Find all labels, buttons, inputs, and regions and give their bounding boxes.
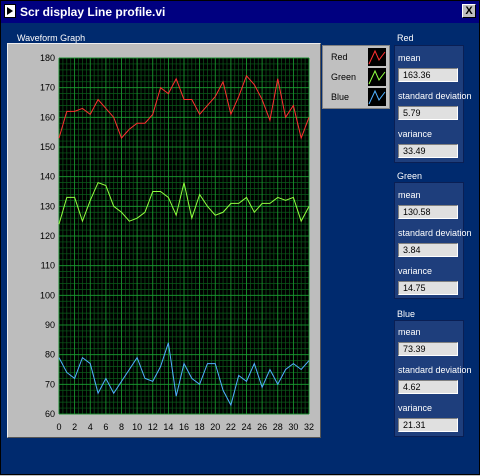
- green-mean-label: mean: [398, 190, 421, 200]
- red-variance-indicator: 33.49: [398, 144, 458, 158]
- y-tick-label: 100: [40, 290, 55, 300]
- red-sd-indicator: 5.79: [398, 106, 458, 120]
- x-tick-label: 10: [132, 422, 142, 432]
- y-tick-label: 130: [40, 201, 55, 211]
- blue-sd-indicator: 4.62: [398, 380, 458, 394]
- x-tick-label: 32: [304, 422, 314, 432]
- x-tick-label: 20: [210, 422, 220, 432]
- y-tick-label: 120: [40, 231, 55, 241]
- x-tick-label: 8: [119, 422, 124, 432]
- red-sd-label: standard deviation: [398, 91, 472, 101]
- legend-item-green[interactable]: Green: [331, 68, 391, 86]
- y-tick-label: 140: [40, 172, 55, 182]
- y-tick-label: 90: [45, 320, 55, 330]
- x-tick-label: 26: [257, 422, 267, 432]
- legend-item-blue[interactable]: Blue: [331, 88, 391, 106]
- green-mean-indicator: 130.58: [398, 205, 458, 219]
- green-variance-indicator: 14.75: [398, 281, 458, 295]
- x-tick-label: 2: [72, 422, 77, 432]
- y-tick-label: 150: [40, 142, 55, 152]
- x-tick-label: 16: [179, 422, 189, 432]
- legend-swatch-blue: [368, 88, 386, 106]
- blue-sd-label: standard deviation: [398, 365, 472, 375]
- legend-swatch-red: [368, 48, 386, 66]
- legend-label: Blue: [331, 92, 350, 102]
- y-tick-label: 110: [41, 261, 55, 271]
- x-tick-label: 4: [88, 422, 93, 432]
- legend-swatch-green: [368, 68, 386, 86]
- blue-stats-title: Blue: [397, 309, 416, 319]
- legend-label: Red: [331, 52, 348, 62]
- y-tick-label: 160: [40, 112, 55, 122]
- blue-mean-indicator: 73.39: [398, 342, 458, 356]
- red-stats-title: Red: [397, 33, 414, 43]
- green-sd-indicator: 3.84: [398, 243, 458, 257]
- blue-variance-indicator: 21.31: [398, 418, 458, 432]
- legend-label: Green: [331, 72, 357, 82]
- y-tick-label: 60: [45, 409, 55, 419]
- x-tick-label: 18: [195, 422, 205, 432]
- blue-mean-label: mean: [398, 327, 421, 337]
- y-tick-label: 170: [40, 83, 55, 93]
- x-tick-label: 24: [241, 422, 251, 432]
- y-tick-label: 80: [45, 350, 55, 360]
- x-tick-label: 12: [148, 422, 158, 432]
- legend-item-red[interactable]: Red: [331, 48, 391, 66]
- green-variance-label: variance: [398, 266, 433, 276]
- x-tick-label: 6: [103, 422, 108, 432]
- red-mean-indicator: 163.36: [398, 68, 458, 82]
- red-mean-label: mean: [398, 53, 421, 63]
- x-tick-label: 22: [226, 422, 236, 432]
- y-tick-label: 70: [45, 379, 55, 389]
- x-tick-label: 30: [288, 422, 298, 432]
- blue-variance-label: variance: [398, 403, 433, 413]
- green-sd-label: standard deviation: [398, 228, 472, 238]
- red-variance-label: variance: [398, 129, 433, 139]
- x-tick-label: 14: [163, 422, 173, 432]
- plot-legend[interactable]: Red Green Blue: [322, 45, 390, 109]
- y-tick-label: 180: [40, 53, 55, 63]
- green-stats-title: Green: [397, 171, 423, 181]
- vi-window: Scr display Line profile.vi X Waveform G…: [0, 0, 480, 475]
- x-tick-label: 28: [273, 422, 283, 432]
- x-tick-label: 0: [56, 422, 61, 432]
